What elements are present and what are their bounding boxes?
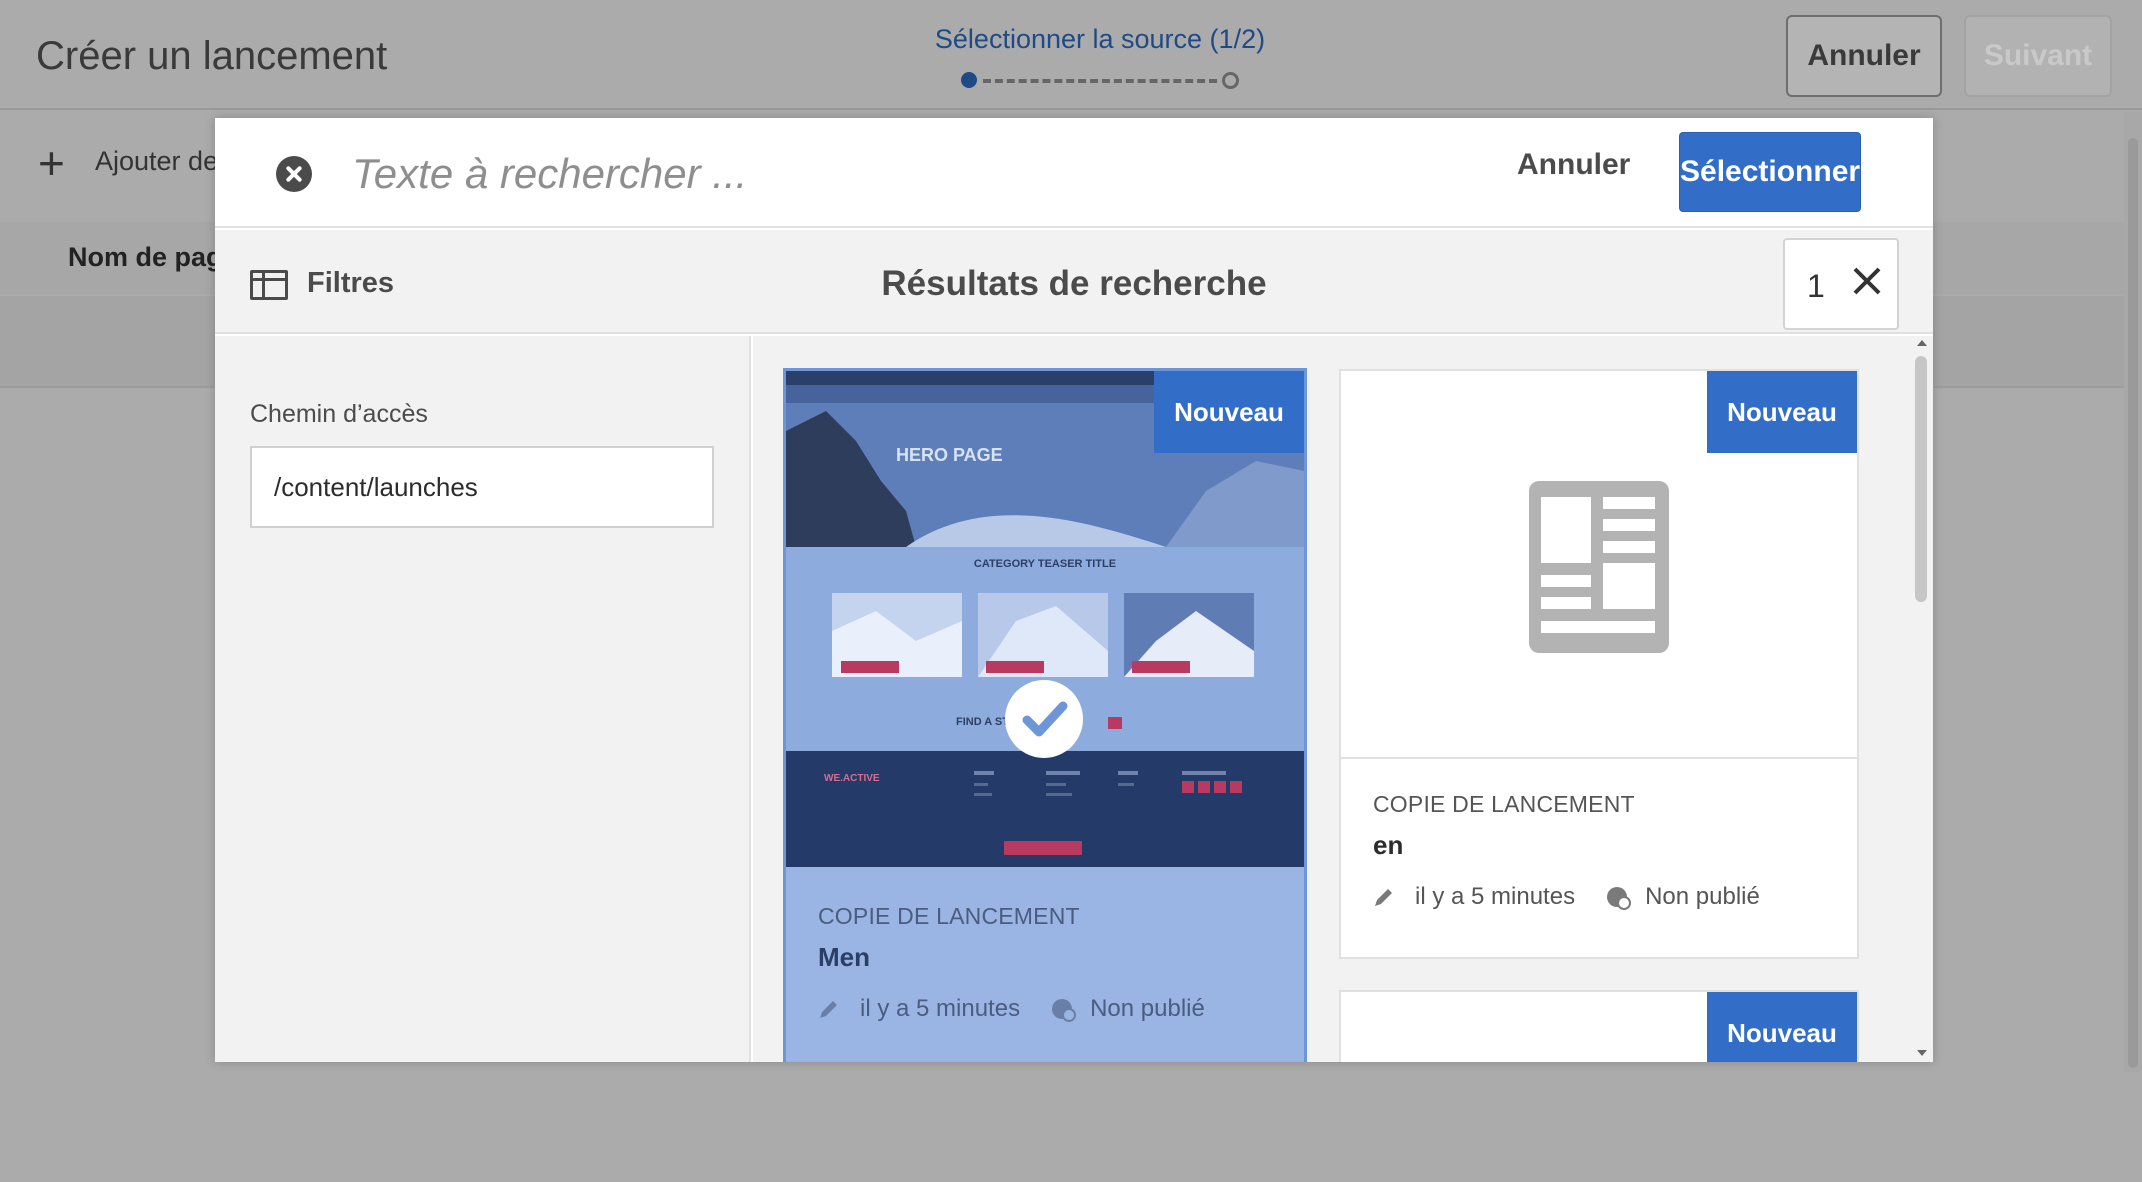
add-icon[interactable]: + <box>38 140 65 186</box>
filters-panel: Chemin d’accès <box>215 336 751 1062</box>
results-scrollbar[interactable] <box>1909 336 1933 1062</box>
selected-check-icon <box>1005 680 1083 758</box>
card-info-row: il y a 5 minutes Non publié <box>1373 883 1760 911</box>
results-title: Résultats de recherche <box>881 264 1267 303</box>
find-text: FIND A ST <box>956 716 1009 728</box>
wizard-stepper: Sélectionner la source (1/2) <box>900 24 1300 89</box>
results-grid: HERO PAGE CATEGORY TEASER TITLE FIND A S… <box>753 336 1933 1062</box>
card-modified: il y a 5 minutes <box>1415 883 1576 910</box>
step-label: Sélectionner la source (1/2) <box>934 24 1266 54</box>
card-info-row: il y a 5 minutes Non publié <box>818 995 1205 1023</box>
new-badge: Nouveau <box>1154 371 1304 453</box>
card-name: en <box>1373 830 1404 860</box>
unpublished-icon <box>1607 887 1632 910</box>
select-button[interactable]: Sélectionner <box>1679 132 1861 212</box>
step-2-indicator <box>1222 72 1239 89</box>
card-name: Men <box>818 942 870 972</box>
scroll-up-icon[interactable] <box>1917 340 1927 346</box>
search-dialog: Annuler Sélectionner Filtres Résultats d… <box>215 118 1933 1062</box>
card-modified: il y a 5 minutes <box>860 995 1021 1022</box>
card-meta: COPIE DE LANCEMENT en il y a 5 minutes N… <box>1373 791 1760 911</box>
step-connector <box>983 79 1217 83</box>
wizard-header: Créer un lancement Sélectionner la sourc… <box>0 0 2142 110</box>
result-card-men[interactable]: HERO PAGE CATEGORY TEASER TITLE FIND A S… <box>783 368 1307 1062</box>
card-type: COPIE DE LANCEMENT <box>818 903 1080 929</box>
step-progress <box>961 69 1239 89</box>
wizard-cancel-button[interactable]: Annuler <box>1786 15 1942 97</box>
page-scrollbar[interactable] <box>2124 112 2142 1072</box>
cancel-button[interactable]: Annuler <box>1517 148 1630 182</box>
page-scrollbar-thumb[interactable] <box>2128 138 2138 1068</box>
clear-selection-icon[interactable] <box>1851 266 1881 296</box>
unpublished-icon <box>1052 999 1077 1022</box>
card-status: Non publié <box>1090 995 1205 1022</box>
selection-counter[interactable]: 1 <box>1783 238 1899 330</box>
column-page-name[interactable]: Nom de page <box>68 242 238 273</box>
page-title: Créer un lancement <box>36 34 388 78</box>
path-label: Chemin d’accès <box>250 400 428 428</box>
card-meta: COPIE DE LANCEMENT Men il y a 5 minutes … <box>818 903 1205 1023</box>
clear-search-icon[interactable] <box>276 156 312 192</box>
new-badge: Nouveau <box>1707 992 1857 1062</box>
add-pages-button[interactable]: Ajouter de <box>95 146 218 177</box>
step-1-indicator <box>961 72 977 88</box>
result-card-en[interactable]: Nouveau COPIE DE LANCEMENT en il y a 5 m… <box>1339 369 1859 959</box>
results-scrollbar-thumb[interactable] <box>1915 356 1927 602</box>
hero-text: HERO PAGE <box>896 445 1003 465</box>
search-input[interactable] <box>352 142 1252 206</box>
brand-text: WE.ACTIVE <box>824 773 880 784</box>
selection-count: 1 <box>1807 268 1825 304</box>
wizard-next-button[interactable]: Suivant <box>1964 15 2112 97</box>
scroll-down-icon[interactable] <box>1917 1050 1927 1056</box>
document-icon <box>1529 481 1669 653</box>
teaser-title: CATEGORY TEASER TITLE <box>974 558 1116 570</box>
results-header: Filtres Résultats de recherche 1 <box>215 230 1933 334</box>
new-badge: Nouveau <box>1707 371 1857 453</box>
path-field[interactable] <box>250 446 714 528</box>
pencil-icon <box>820 1001 837 1018</box>
result-card-3[interactable]: Nouveau <box>1339 990 1859 1062</box>
card-type: COPIE DE LANCEMENT <box>1373 791 1635 817</box>
search-bar: Annuler Sélectionner <box>215 118 1933 228</box>
pencil-icon <box>1375 889 1392 906</box>
card-status: Non publié <box>1645 883 1760 910</box>
